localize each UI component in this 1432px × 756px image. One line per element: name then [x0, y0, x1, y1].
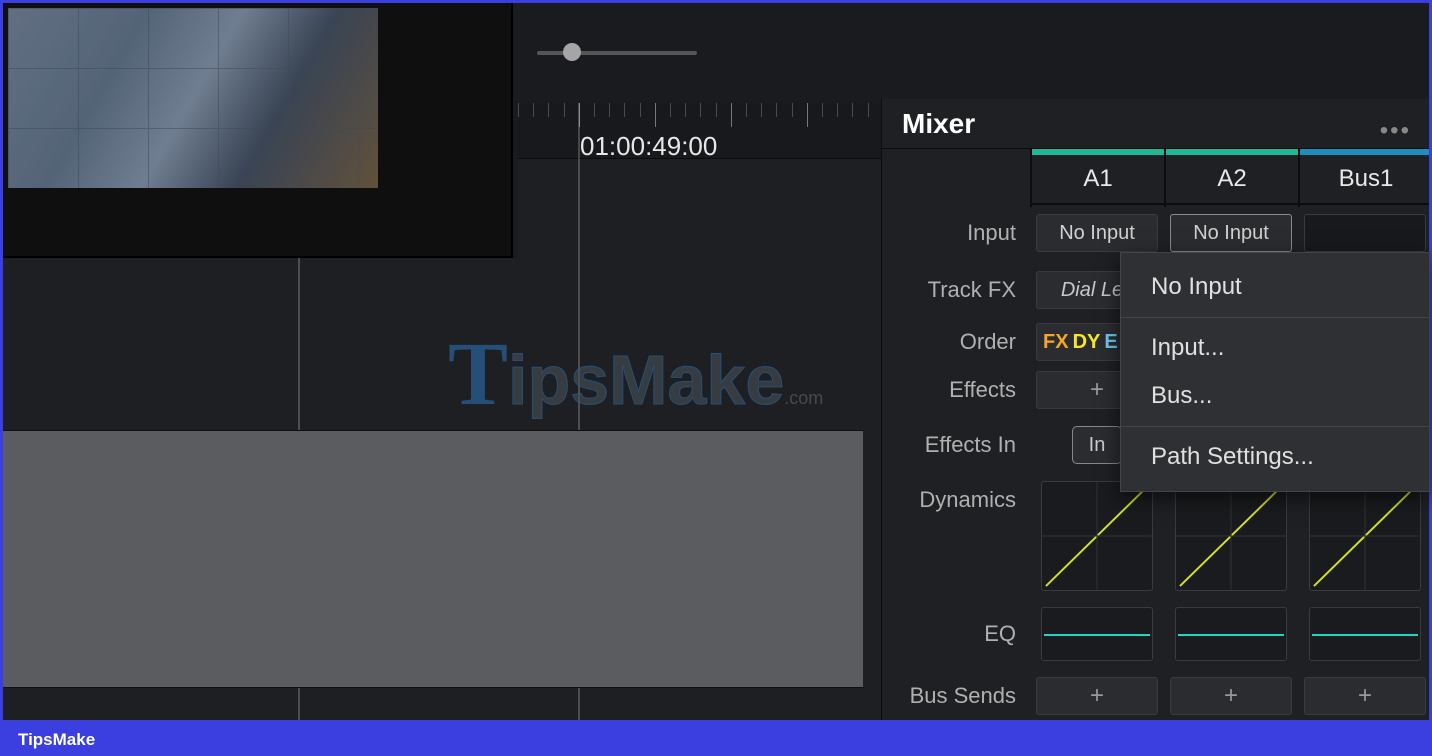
- dynamics-graph-a1[interactable]: [1041, 481, 1153, 591]
- order-fx-icon: FX: [1043, 331, 1069, 354]
- channel-name-bus1[interactable]: Bus1: [1300, 155, 1429, 205]
- timeline-ruler-area[interactable]: 01:00:49:00: [518, 103, 883, 720]
- eq-graph-a2[interactable]: [1175, 607, 1287, 661]
- channel-a1: A1: [1030, 149, 1164, 207]
- mixer-options-icon[interactable]: •••: [1380, 117, 1411, 145]
- input-select-a2[interactable]: No Input: [1170, 214, 1292, 252]
- ctx-bus[interactable]: Bus...: [1121, 372, 1429, 420]
- timeline-ruler[interactable]: 01:00:49:00: [518, 103, 883, 159]
- label-col-header: [882, 149, 1030, 205]
- row-label-order: Order: [882, 321, 1030, 363]
- channel-bus1: Bus1: [1298, 149, 1429, 207]
- zoom-slider-handle[interactable]: [563, 43, 581, 61]
- timeline-track[interactable]: [518, 430, 863, 688]
- ctx-no-input[interactable]: No Input: [1121, 263, 1429, 311]
- ctx-input[interactable]: Input...: [1121, 324, 1429, 372]
- channel-name-a1[interactable]: A1: [1032, 155, 1164, 205]
- bus-send-add-a2[interactable]: +: [1170, 677, 1292, 715]
- zoom-slider-track[interactable]: [537, 51, 697, 55]
- row-label-effectsin: Effects In: [882, 417, 1030, 473]
- channel-name-a2[interactable]: A2: [1166, 155, 1298, 205]
- ctx-path-settings[interactable]: Path Settings...: [1121, 433, 1429, 481]
- preview-monitor: [3, 3, 513, 258]
- input-select-a1[interactable]: No Input: [1036, 214, 1158, 252]
- row-label-trackfx: Track FX: [882, 261, 1030, 319]
- ctx-separator: [1121, 317, 1429, 318]
- row-label-input: Input: [882, 207, 1030, 259]
- row-label-eq: EQ: [882, 599, 1030, 669]
- row-label-dynamics: Dynamics: [882, 475, 1030, 597]
- row-label-effects: Effects: [882, 365, 1030, 415]
- ctx-separator: [1121, 426, 1429, 427]
- channel-a2: A2: [1164, 149, 1298, 207]
- bus-send-add-bus1[interactable]: +: [1304, 677, 1426, 715]
- input-context-menu: No Input Input... Bus... Path Settings..…: [1120, 252, 1430, 492]
- order-eq-icon: E: [1104, 331, 1117, 354]
- ruler-ticks: [518, 103, 883, 127]
- eq-graph-bus1[interactable]: [1309, 607, 1421, 661]
- row-label-bussends: Bus Sends: [882, 671, 1030, 720]
- dynamics-graph-bus1[interactable]: [1309, 481, 1421, 591]
- timeline-left-area[interactable]: [3, 258, 518, 720]
- timecode-display: 01:00:49:00: [580, 131, 717, 162]
- dynamics-graph-a2[interactable]: [1175, 481, 1287, 591]
- eq-graph-a1[interactable]: [1041, 607, 1153, 661]
- bus-send-add-a1[interactable]: +: [1036, 677, 1158, 715]
- mixer-header: Mixer •••: [882, 99, 1429, 149]
- effects-in-a1[interactable]: In: [1072, 426, 1122, 464]
- order-dy-icon: DY: [1073, 331, 1101, 354]
- input-select-bus1[interactable]: [1304, 214, 1426, 252]
- mixer-title: Mixer: [902, 108, 975, 140]
- preview-video-frame: [8, 8, 378, 188]
- footer-caption: TipsMake: [18, 730, 95, 750]
